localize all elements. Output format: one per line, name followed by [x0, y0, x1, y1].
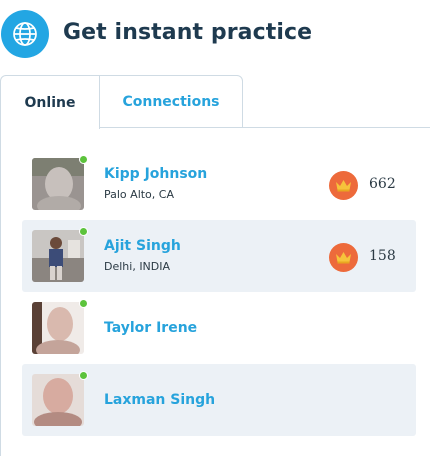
- crown-icon: [329, 171, 358, 200]
- user-row-kipp-johnson[interactable]: Kipp Johnson Palo Alto, CA 662: [22, 148, 416, 220]
- user-location: Palo Alto, CA: [104, 188, 174, 201]
- user-name[interactable]: Kipp Johnson: [104, 166, 207, 182]
- page-title: Get instant practice: [63, 20, 313, 45]
- user-name[interactable]: Taylor Irene: [104, 320, 197, 336]
- user-score: 158: [369, 248, 396, 264]
- user-name[interactable]: Laxman Singh: [104, 392, 215, 408]
- tab-online[interactable]: Online: [0, 75, 100, 129]
- user-row-ajit-singh[interactable]: Ajit Singh Delhi, INDIA 158: [22, 220, 416, 292]
- user-row-laxman-singh[interactable]: Laxman Singh: [22, 364, 416, 436]
- avatar[interactable]: [32, 374, 84, 426]
- tab-bar: Online Connections: [0, 75, 430, 129]
- online-status-dot: [79, 155, 88, 164]
- avatar[interactable]: [32, 158, 84, 210]
- user-row-taylor-irene[interactable]: Taylor Irene: [22, 292, 416, 364]
- crown-icon: [329, 243, 358, 272]
- user-score: 662: [369, 176, 396, 192]
- online-status-dot: [79, 371, 88, 380]
- user-list-panel: Kipp Johnson Palo Alto, CA 662 Ajit Sing…: [0, 128, 430, 456]
- header: Get instant practice: [0, 8, 430, 62]
- avatar[interactable]: [32, 230, 84, 282]
- online-status-dot: [79, 227, 88, 236]
- user-location: Delhi, INDIA: [104, 260, 171, 273]
- tab-connections[interactable]: Connections: [99, 75, 243, 128]
- user-name[interactable]: Ajit Singh: [104, 238, 181, 254]
- globe-icon: [1, 10, 49, 58]
- avatar[interactable]: [32, 302, 84, 354]
- online-status-dot: [79, 299, 88, 308]
